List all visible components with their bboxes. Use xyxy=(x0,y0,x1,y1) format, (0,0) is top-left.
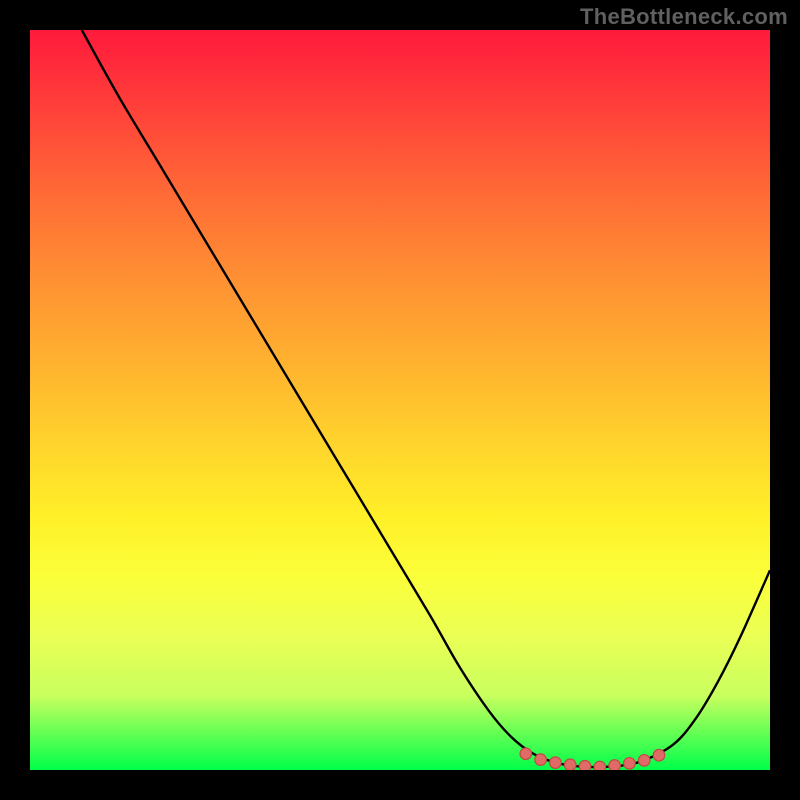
marker-dot xyxy=(594,761,606,770)
marker-dot xyxy=(653,749,665,761)
marker-dot xyxy=(564,759,576,770)
marker-dot xyxy=(579,761,591,771)
optimal-markers xyxy=(30,30,770,770)
chart-stage: TheBottleneck.com xyxy=(0,0,800,800)
marker-group xyxy=(520,748,665,770)
watermark-text: TheBottleneck.com xyxy=(580,4,788,30)
marker-dot xyxy=(550,757,562,769)
marker-dot xyxy=(535,754,547,766)
marker-dot xyxy=(609,760,621,770)
marker-dot xyxy=(624,758,636,770)
plot-area xyxy=(30,30,770,770)
marker-dot xyxy=(520,748,532,760)
marker-dot xyxy=(638,755,650,767)
